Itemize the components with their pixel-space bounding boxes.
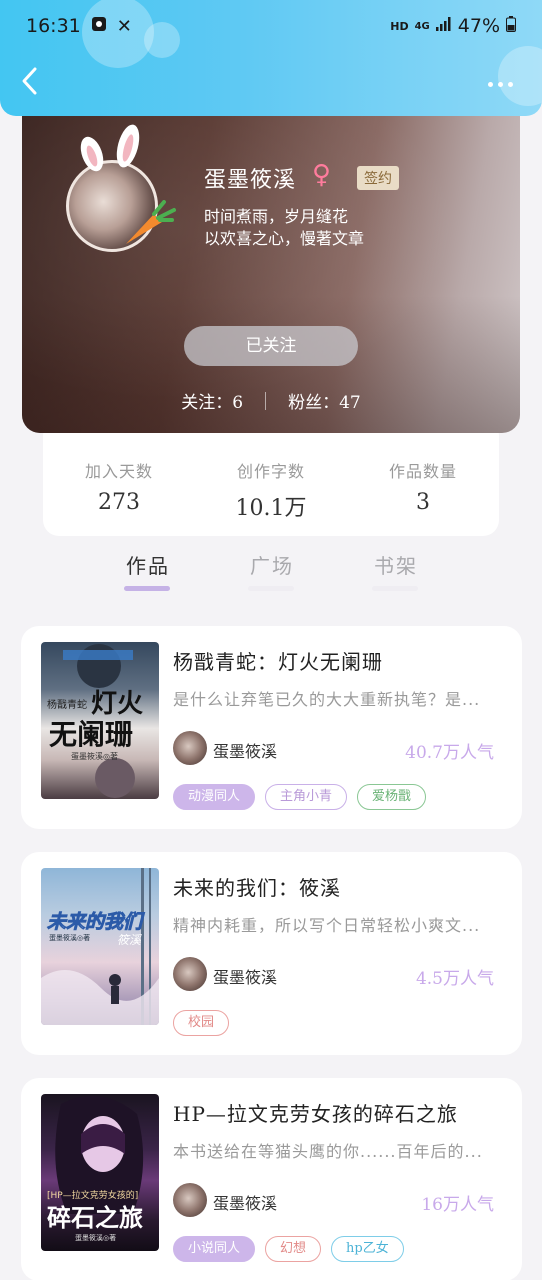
carrot-icon bbox=[120, 200, 176, 254]
tab-bar: 作品 广场 书架 bbox=[0, 540, 542, 600]
cover-art: 杨戬青蛇 灯火 无阑珊 蛋墨筱溪◎著 bbox=[47, 644, 143, 798]
follow-stats: 关注：6 粉丝：47 bbox=[22, 388, 520, 413]
more-dot bbox=[498, 81, 503, 87]
book-cover[interactable]: [HP—拉文克劳女孩的] 碎石之旅 蛋墨筱溪◎著 bbox=[41, 1094, 159, 1251]
follow-button[interactable]: 已关注 bbox=[184, 326, 358, 366]
tag[interactable]: 爱杨戬 bbox=[357, 784, 427, 810]
bunny-ears-icon bbox=[72, 124, 152, 178]
tag[interactable]: 幻想 bbox=[265, 1236, 322, 1262]
book-title[interactable]: HP—拉文克劳女孩的碎石之旅 bbox=[173, 1098, 458, 1127]
female-icon: ♀ bbox=[312, 160, 332, 190]
stat-join-days: 加入天数 273 bbox=[43, 420, 195, 536]
tab-label: 书架 bbox=[374, 554, 418, 578]
hd-icon: HD bbox=[390, 19, 409, 33]
status-bar: 16:31 ✕ HD 4G 47% bbox=[26, 12, 516, 40]
cover-text: 未来的我们 bbox=[47, 911, 145, 933]
cover-text: 筱溪 bbox=[117, 933, 143, 947]
profile-header-card: 蛋墨筱溪 ♀ 签约 时间煮雨，岁月缝花 以欢喜之心，慢著文章 已关注 关注：6 … bbox=[22, 90, 520, 433]
book-card[interactable]: 未来的我们 筱溪 蛋墨筱溪◎著 未来的我们：筱溪 精神内耗重，所以写个日常轻松小… bbox=[21, 852, 522, 1055]
popularity: 4.5万人气 bbox=[415, 969, 494, 989]
cover-text: 蛋墨筱溪◎著 bbox=[71, 751, 118, 761]
author-name[interactable]: 蛋墨筱溪 bbox=[213, 1190, 277, 1214]
tag-list: 动漫同人 主角小青 爱杨戬 bbox=[173, 784, 427, 810]
nickname: 蛋墨筱溪 bbox=[204, 168, 297, 193]
tag[interactable]: 主角小青 bbox=[265, 784, 348, 810]
chevron-left-icon bbox=[22, 67, 37, 95]
tag-list: 校园 bbox=[173, 1010, 230, 1036]
notification-icon bbox=[91, 16, 107, 36]
stat-value: 10.1万 bbox=[235, 496, 307, 521]
tag[interactable]: 小说同人 bbox=[173, 1236, 256, 1262]
stat-label: 加入天数 bbox=[84, 462, 153, 481]
battery-percent: 47% bbox=[457, 15, 500, 37]
stat-value: 273 bbox=[98, 490, 140, 515]
stat-value: 3 bbox=[416, 490, 430, 515]
cover-art: 未来的我们 筱溪 蛋墨筱溪◎著 bbox=[41, 868, 159, 1025]
more-dot bbox=[508, 81, 513, 87]
cover-text: 无阑珊 bbox=[49, 718, 133, 751]
top-bar: 16:31 ✕ HD 4G 47% bbox=[0, 0, 542, 116]
tab-label: 广场 bbox=[250, 554, 294, 578]
cover-text: 杨戬青蛇 bbox=[47, 698, 87, 711]
book-card[interactable]: [HP—拉文克劳女孩的] 碎石之旅 蛋墨筱溪◎著 HP—拉文克劳女孩的碎石之旅 … bbox=[21, 1078, 522, 1280]
bio-line: 时间煮雨，岁月缝花 bbox=[204, 207, 349, 226]
book-title[interactable]: 杨戬青蛇：灯火无阑珊 bbox=[173, 646, 383, 675]
tag-list: 小说同人 幻想 hp乙女 bbox=[173, 1236, 404, 1262]
tag[interactable]: 动漫同人 bbox=[173, 784, 256, 810]
book-cover[interactable]: 未来的我们 筱溪 蛋墨筱溪◎著 bbox=[41, 868, 159, 1025]
popularity: 40.7万人气 bbox=[405, 743, 494, 763]
cover-text: 灯火 bbox=[91, 689, 143, 719]
signed-badge: 签约 bbox=[357, 166, 399, 190]
tools-icon: ✕ bbox=[116, 15, 132, 37]
cover-text: 碎石之旅 bbox=[47, 1203, 143, 1232]
book-description: 是什么让弃笔已久的大大重新执笔？是... bbox=[173, 690, 481, 709]
cover-text: 蛋墨筱溪◎著 bbox=[75, 1233, 116, 1242]
bio: 时间煮雨，岁月缝花 以欢喜之心，慢著文章 bbox=[204, 206, 364, 250]
book-cover[interactable]: 杨戬青蛇 灯火 无阑珊 蛋墨筱溪◎著 bbox=[41, 642, 159, 799]
tab-indicator bbox=[124, 586, 170, 591]
stat-label: 创作字数 bbox=[236, 462, 305, 481]
fans-count[interactable]: 粉丝：47 bbox=[288, 388, 361, 413]
author-avatar[interactable] bbox=[173, 957, 207, 991]
author-avatar[interactable] bbox=[173, 1183, 207, 1217]
tab-label: 作品 bbox=[126, 554, 170, 578]
cover-text: [HP—拉文克劳女孩的] bbox=[47, 1189, 138, 1201]
network-type-icon: 4G bbox=[414, 20, 430, 32]
tag[interactable]: 校园 bbox=[173, 1010, 230, 1036]
battery-icon bbox=[506, 16, 516, 36]
author-stats-card: 加入天数 273 创作字数 10.1万 作品数量 3 bbox=[43, 420, 499, 536]
tag[interactable]: hp乙女 bbox=[331, 1236, 404, 1262]
divider bbox=[265, 391, 267, 410]
book-description: 本书送给在等猫头鹰的你......百年后的... bbox=[173, 1142, 483, 1161]
cover-text: 蛋墨筱溪◎著 bbox=[49, 933, 90, 942]
tab-square[interactable]: 广场 bbox=[248, 550, 294, 591]
tab-indicator bbox=[372, 586, 418, 591]
book-card[interactable]: 杨戬青蛇 灯火 无阑珊 蛋墨筱溪◎著 杨戬青蛇：灯火无阑珊 是什么让弃笔已久的大… bbox=[21, 626, 522, 829]
book-title[interactable]: 未来的我们：筱溪 bbox=[173, 872, 341, 901]
tab-works[interactable]: 作品 bbox=[124, 550, 170, 591]
back-button[interactable] bbox=[20, 66, 50, 102]
book-description: 精神内耗重，所以写个日常轻松小爽文... bbox=[173, 916, 481, 935]
author-avatar[interactable] bbox=[173, 731, 207, 765]
author-name[interactable]: 蛋墨筱溪 bbox=[213, 964, 277, 988]
stat-word-count: 创作字数 10.1万 bbox=[195, 420, 347, 536]
popularity: 16万人气 bbox=[421, 1195, 494, 1215]
more-dots-icon bbox=[488, 81, 493, 87]
stat-works-count: 作品数量 3 bbox=[347, 420, 499, 536]
cover-art: [HP—拉文克劳女孩的] 碎石之旅 蛋墨筱溪◎著 bbox=[47, 1096, 144, 1242]
signal-icon bbox=[435, 17, 452, 35]
bio-line: 以欢喜之心，慢著文章 bbox=[204, 229, 365, 248]
author-name[interactable]: 蛋墨筱溪 bbox=[213, 738, 277, 762]
tab-bookshelf[interactable]: 书架 bbox=[372, 550, 418, 591]
following-count[interactable]: 关注：6 bbox=[181, 388, 243, 413]
status-right: HD 4G 47% bbox=[390, 15, 516, 37]
stat-label: 作品数量 bbox=[388, 462, 457, 481]
tab-indicator bbox=[248, 586, 294, 591]
more-button[interactable] bbox=[488, 76, 518, 92]
status-time: 16:31 bbox=[26, 15, 81, 37]
